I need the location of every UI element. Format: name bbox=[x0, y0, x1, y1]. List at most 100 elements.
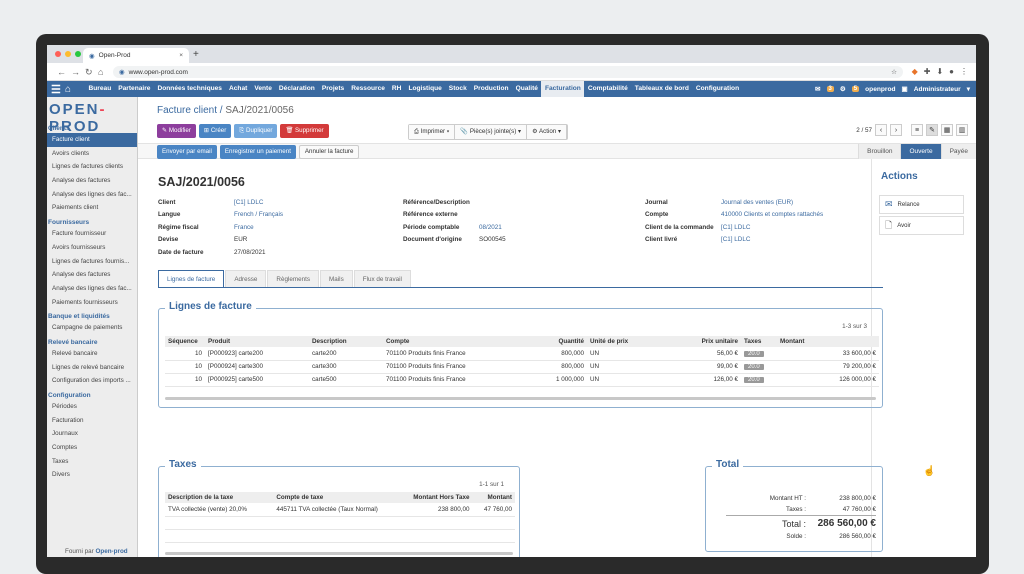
col-sequence[interactable]: Séquence bbox=[165, 336, 205, 347]
address-bar[interactable]: ◉ www.open-prod.com ☆ bbox=[113, 66, 903, 78]
sidebar-item-campagne-paiements[interactable]: Campagne de paiements bbox=[47, 321, 137, 335]
home-browser-icon[interactable]: ⌂ bbox=[98, 67, 103, 77]
close-tab-icon[interactable]: × bbox=[179, 52, 183, 59]
sidebar-item-journaux[interactable]: Journaux bbox=[47, 427, 137, 441]
profile-avatar[interactable]: ● bbox=[949, 67, 954, 76]
graph-view-icon[interactable]: ▥ bbox=[956, 124, 968, 136]
messages-icon[interactable]: ✉ bbox=[815, 85, 821, 93]
maximize-window-button[interactable] bbox=[75, 51, 81, 57]
stage-ouverte[interactable]: Ouverte bbox=[900, 144, 941, 159]
action-dropdown[interactable]: ⚙ Action ▾ bbox=[527, 125, 568, 139]
menu-logistique[interactable]: Logistique bbox=[405, 81, 445, 97]
sidebar-item-lignes-factures-fournisseurs[interactable]: Lignes de factures fournis... bbox=[47, 255, 137, 269]
sidebar-item-divers[interactable]: Divers bbox=[47, 468, 137, 482]
messages-badge[interactable]: 3 bbox=[826, 86, 834, 92]
sidebar-item-facture-fournisseur[interactable]: Facture fournisseur bbox=[47, 227, 137, 241]
col-description[interactable]: Description bbox=[309, 336, 383, 347]
menu-achat[interactable]: Achat bbox=[225, 81, 250, 97]
value-journal[interactable]: Journal des ventes (EUR) bbox=[721, 199, 793, 211]
tab-reglements[interactable]: Règlements bbox=[267, 270, 320, 287]
menu-rh[interactable]: RH bbox=[388, 81, 405, 97]
tab-mails[interactable]: Mails bbox=[320, 270, 353, 287]
value-client-livre[interactable]: [C1] LDLC bbox=[721, 236, 750, 248]
browser-tab[interactable]: ◉ Open-Prod × bbox=[83, 48, 189, 63]
sidebar-item-facture-client[interactable]: Facture client bbox=[47, 133, 137, 147]
sidebar-item-lignes-releve[interactable]: Lignes de relevé bancaire bbox=[47, 361, 137, 375]
creer-button[interactable]: ⊞ Créer bbox=[198, 124, 232, 138]
minimize-window-button[interactable] bbox=[65, 51, 71, 57]
back-icon[interactable]: ← bbox=[57, 67, 66, 77]
sidebar-item-avoirs-clients[interactable]: Avoirs clients bbox=[47, 147, 137, 161]
forward-icon[interactable]: → bbox=[71, 67, 80, 77]
col-description-taxe[interactable]: Description de la taxe bbox=[165, 492, 274, 503]
tab-flux-travail[interactable]: Flux de travail bbox=[353, 270, 411, 287]
footer-link[interactable]: Open-prod bbox=[95, 548, 127, 555]
activities-badge[interactable]: 5 bbox=[851, 86, 860, 92]
browser-menu-icon[interactable]: ⋮ bbox=[960, 67, 968, 76]
col-compte-taxe[interactable]: Compte de taxe bbox=[273, 492, 388, 503]
menu-declaration[interactable]: Déclaration bbox=[275, 81, 318, 97]
menu-projets[interactable]: Projets bbox=[318, 81, 347, 97]
form-view-icon[interactable]: ✎ bbox=[926, 124, 938, 136]
col-produit[interactable]: Produit bbox=[205, 336, 309, 347]
pager-next-icon[interactable]: › bbox=[890, 124, 902, 136]
col-unite-prix[interactable]: Unité de prix bbox=[587, 336, 667, 347]
imprimer-dropdown[interactable]: ⎙ Imprimer ▾ bbox=[409, 125, 456, 139]
reload-icon[interactable]: ↻ bbox=[85, 67, 93, 78]
col-prix-unitaire[interactable]: Prix unitaire bbox=[667, 336, 741, 347]
extension-download-icon[interactable]: ⬇ bbox=[936, 67, 943, 76]
calendar-view-icon[interactable]: ▦ bbox=[941, 124, 953, 136]
sidebar-item-paiements-client[interactable]: Paiements client bbox=[47, 201, 137, 215]
close-window-button[interactable] bbox=[55, 51, 61, 57]
col-montant-ht[interactable]: Montant Hors Taxe bbox=[387, 492, 473, 503]
pager-previous-icon[interactable]: ‹ bbox=[875, 124, 887, 136]
menu-partenaire[interactable]: Partenaire bbox=[115, 81, 154, 97]
chevron-down-icon[interactable]: ▾ bbox=[967, 85, 970, 93]
stage-payee[interactable]: Payée bbox=[940, 144, 976, 159]
menu-production[interactable]: Production bbox=[470, 81, 512, 97]
new-tab-button[interactable]: + bbox=[193, 49, 199, 60]
value-periode-comptable[interactable]: 08/2021 bbox=[479, 224, 502, 236]
col-montant-taxe[interactable]: Montant bbox=[472, 492, 515, 503]
activities-icon[interactable]: ⚙ bbox=[840, 85, 846, 93]
enregistrer-paiement-button[interactable]: Enregistrer un paiement bbox=[219, 145, 296, 159]
menu-donnees-techniques[interactable]: Données techniques bbox=[154, 81, 226, 97]
extension-fox-icon[interactable]: ◆ bbox=[912, 67, 918, 76]
value-client-commande[interactable]: [C1] LDLC bbox=[721, 224, 750, 236]
table-row[interactable]: 10 [P000924] carte300 carte300 701100 Pr… bbox=[165, 360, 879, 374]
sidebar-section-configuration[interactable]: Configuration bbox=[47, 388, 137, 400]
bookmark-star-icon[interactable]: ☆ bbox=[891, 68, 897, 76]
sidebar-item-lignes-factures-clients[interactable]: Lignes de factures clients bbox=[47, 160, 137, 174]
tab-lignes-facture[interactable]: Lignes de facture bbox=[158, 270, 225, 287]
table-row[interactable]: 10 [P000925] carte500 carte500 701100 Pr… bbox=[165, 373, 879, 387]
avoir-action[interactable]: 🗋 Avoir bbox=[879, 216, 964, 235]
pieces-jointes-dropdown[interactable]: 📎 Pièce(s) jointe(s) ▾ bbox=[455, 125, 528, 139]
sidebar-item-comptes[interactable]: Comptes bbox=[47, 441, 137, 455]
pager-value[interactable]: 2 / 57 bbox=[856, 127, 872, 134]
lines-scrollbar[interactable] bbox=[165, 397, 876, 400]
menu-vente[interactable]: Vente bbox=[251, 81, 276, 97]
database-name[interactable]: openprod bbox=[865, 86, 895, 93]
sidebar-item-taxes[interactable]: Taxes bbox=[47, 455, 137, 469]
sidebar-item-periodes[interactable]: Périodes bbox=[47, 400, 137, 414]
envoyer-par-email-button[interactable]: Envoyer par email bbox=[157, 145, 217, 159]
sidebar-item-analyse-lignes-fournisseurs[interactable]: Analyse des lignes des fac... bbox=[47, 282, 137, 296]
supprimer-button[interactable]: 🗑 Supprimer bbox=[280, 124, 329, 138]
user-avatar[interactable]: ▣ bbox=[902, 85, 908, 93]
table-row[interactable]: 10 [P000923] carte200 carte200 701100 Pr… bbox=[165, 347, 879, 361]
sidebar-item-analyse-factures-fournisseurs[interactable]: Analyse des factures bbox=[47, 268, 137, 282]
user-menu[interactable]: Administrateur bbox=[914, 86, 961, 93]
modifier-button[interactable]: ✎ Modifier bbox=[157, 124, 196, 138]
sidebar-section-fournisseurs[interactable]: Fournisseurs bbox=[47, 215, 137, 227]
table-row[interactable]: TVA collectée (vente) 20,0% 445711 TVA c… bbox=[165, 503, 515, 517]
stage-brouillon[interactable]: Brouillon bbox=[858, 144, 901, 159]
extension-puzzle-icon[interactable]: ✚ bbox=[924, 67, 931, 76]
sidebar-item-analyse-factures[interactable]: Analyse des factures bbox=[47, 174, 137, 188]
taxes-scrollbar[interactable] bbox=[165, 552, 513, 555]
menu-comptabilite[interactable]: Comptabilité bbox=[584, 81, 631, 97]
value-client[interactable]: [C1] LDLC bbox=[234, 199, 263, 211]
col-montant[interactable]: Montant bbox=[777, 336, 879, 347]
sidebar-item-avoirs-fournisseurs[interactable]: Avoirs fournisseurs bbox=[47, 241, 137, 255]
menu-qualite[interactable]: Qualité bbox=[512, 81, 541, 97]
relance-action[interactable]: ✉ Relance bbox=[879, 195, 964, 214]
